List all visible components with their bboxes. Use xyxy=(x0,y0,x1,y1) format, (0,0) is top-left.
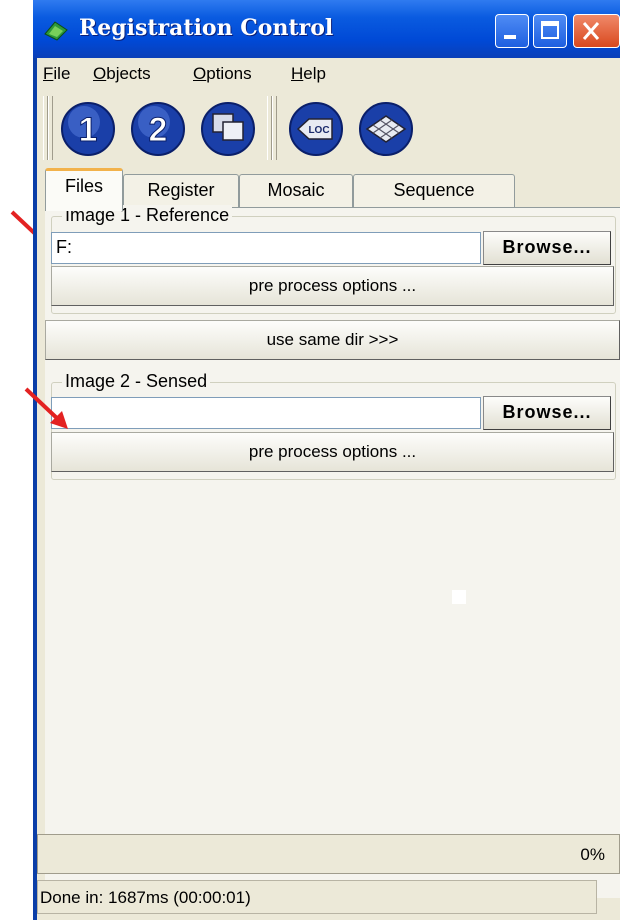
tab-sequence[interactable]: Sequence xyxy=(353,174,515,207)
image1-preprocess-button[interactable]: pre process options ... xyxy=(51,266,614,306)
menu-options[interactable]: Options xyxy=(193,64,252,84)
menu-help-label: elp xyxy=(303,64,326,83)
menu-objects[interactable]: Objects xyxy=(93,64,151,84)
overlay-windows-icon xyxy=(201,102,255,156)
minimize-icon xyxy=(504,35,516,39)
annotation-arrow-2 xyxy=(24,387,68,429)
white-marker xyxy=(452,590,466,604)
image1-browse-button[interactable]: Browse... xyxy=(483,231,611,265)
menu-file[interactable]: File xyxy=(43,64,70,84)
close-button[interactable] xyxy=(573,14,620,48)
use-same-dir-button[interactable]: use same dir >>> xyxy=(45,320,620,360)
toolbar-grip-2 xyxy=(48,96,53,160)
image2-path-field[interactable] xyxy=(51,397,481,429)
tab-register[interactable]: Register xyxy=(123,174,239,207)
loc-icon: LOC xyxy=(289,102,343,156)
image2-legend: Image 2 - Sensed xyxy=(62,371,211,392)
tool-button-1[interactable]: 1 xyxy=(57,98,119,160)
tool-button-overlay[interactable] xyxy=(197,98,259,160)
minimize-button[interactable] xyxy=(495,14,529,48)
menu-objects-label: bjects xyxy=(106,64,151,83)
menu-options-label: ptions xyxy=(206,64,252,83)
menu-file-label: ile xyxy=(53,64,71,83)
number-1-icon: 1 xyxy=(61,102,115,156)
image2-preprocess-button[interactable]: pre process options ... xyxy=(51,432,614,472)
tool-1-glyph: 1 xyxy=(79,111,98,149)
toolbar-separator-2 xyxy=(272,96,277,160)
tab-files[interactable]: Files xyxy=(45,168,123,211)
menu-options-mnemonic: O xyxy=(193,64,207,83)
tab-mosaic[interactable]: Mosaic xyxy=(239,174,353,207)
progress-percent: 0% xyxy=(580,845,605,864)
toolbar: 1 2 LOC xyxy=(37,88,620,168)
maximize-button[interactable] xyxy=(533,14,567,48)
grid-mosaic-icon xyxy=(359,102,413,156)
menu-bar: File Objects Options Help xyxy=(37,58,620,88)
tool-button-grid[interactable] xyxy=(355,98,417,160)
menu-help-mnemonic: H xyxy=(291,64,304,83)
menu-help[interactable]: Help xyxy=(291,64,326,84)
number-2-icon: 2 xyxy=(131,102,185,156)
image2-browse-button[interactable]: Browse... xyxy=(483,396,611,430)
menu-objects-mnemonic: O xyxy=(93,64,107,83)
tool-button-loc[interactable]: LOC xyxy=(285,98,347,160)
status-bar: Done in: 1687ms (00:00:01) xyxy=(37,880,597,914)
menu-file-mnemonic: F xyxy=(43,64,54,83)
files-tab-panel: Image 1 - Reference F: Browse... pre pro… xyxy=(45,205,620,898)
progress-bar: 0% xyxy=(37,834,620,874)
client-area: File Objects Options Help 1 2 LOC Files … xyxy=(37,58,620,920)
close-icon xyxy=(582,22,600,40)
tab-strip: Files Register Mosaic Sequence xyxy=(37,168,620,211)
title-bar[interactable]: Registration Control xyxy=(33,0,620,58)
image1-path-field[interactable]: F: xyxy=(51,232,481,264)
tool-2-glyph: 2 xyxy=(149,111,168,149)
app-icon xyxy=(44,21,68,41)
loc-glyph: LOC xyxy=(308,125,329,136)
status-done-text: Done in: 1687ms (00:00:01) xyxy=(40,888,251,907)
application-window: Registration Control File Objects Option… xyxy=(33,0,620,920)
window-title: Registration Control xyxy=(79,15,334,41)
maximize-icon xyxy=(541,21,559,39)
tool-button-2[interactable]: 2 xyxy=(127,98,189,160)
